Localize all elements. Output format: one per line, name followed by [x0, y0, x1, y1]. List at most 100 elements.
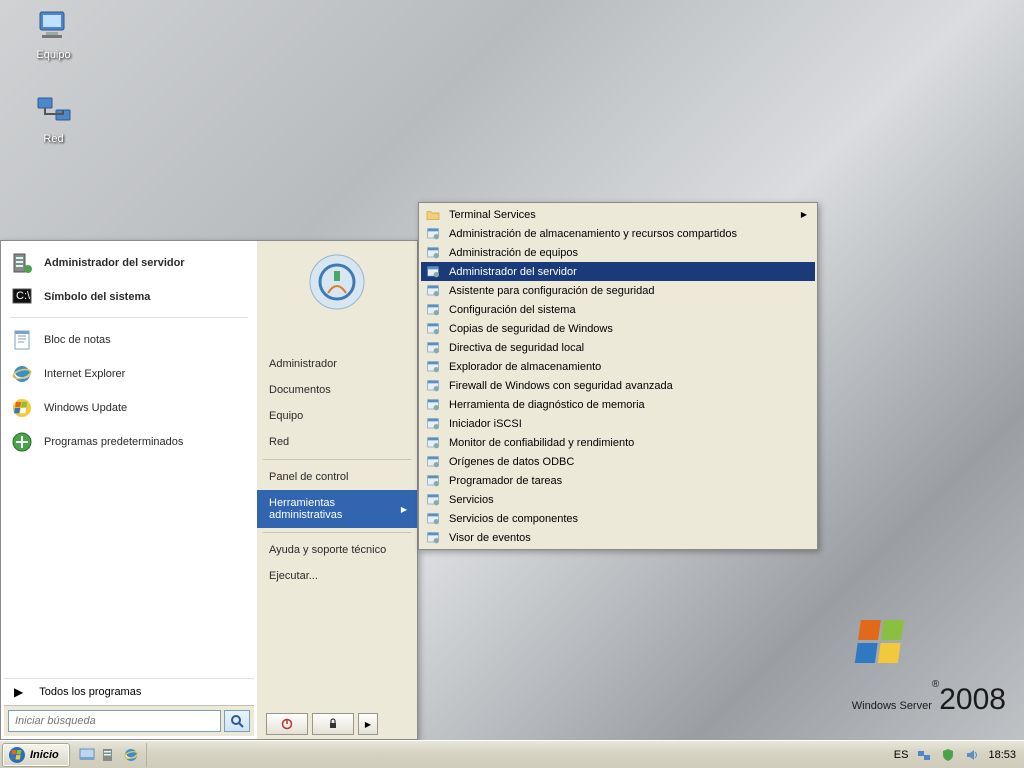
start-pinned-item[interactable]: Bloc de notas — [4, 324, 254, 356]
start-right-label: Red — [269, 436, 289, 448]
chevron-right-icon: ▶ — [801, 210, 807, 219]
lock-button[interactable] — [312, 713, 354, 735]
start-right-item[interactable]: Panel de control — [257, 464, 417, 490]
quick-launch-show-desktop[interactable] — [78, 746, 96, 764]
start-pinned-label: Programas predeterminados — [44, 436, 183, 448]
start-pinned-label: Administrador del servidor — [44, 257, 185, 269]
memory-diag-icon — [425, 397, 441, 413]
admin-tools-submenu: Terminal Services ▶ Administración de alma… — [418, 202, 818, 550]
start-right-item[interactable]: Equipo — [257, 403, 417, 429]
start-pinned-item[interactable]: C:\Símbolo del sistema — [4, 281, 254, 313]
language-indicator[interactable]: ES — [894, 749, 909, 761]
start-right-item[interactable]: Herramientas administrativas▶ — [257, 490, 417, 528]
desktop-icon-network[interactable]: Red — [16, 90, 91, 145]
tray-volume-icon[interactable] — [964, 747, 980, 763]
odbc-icon — [425, 454, 441, 470]
start-menu-right-pane: Administrador Documentos Equipo Red Panel de… — [257, 241, 417, 739]
tray-network-icon[interactable] — [916, 747, 932, 763]
power-icon — [281, 718, 293, 730]
user-picture-icon — [308, 253, 366, 311]
submenu-item[interactable]: Configuración del sistema — [421, 300, 815, 319]
submenu-item[interactable]: Programador de tareas — [421, 471, 815, 490]
submenu-item-label: Servicios de componentes — [449, 513, 578, 525]
submenu-item-label: Administración de equipos — [449, 247, 578, 259]
all-programs[interactable]: ▶ Todos los programas — [4, 678, 254, 705]
start-pinned-item[interactable]: Internet Explorer — [4, 358, 254, 390]
desktop-icon-computer[interactable]: Equipo — [16, 6, 91, 61]
notepad-icon — [10, 328, 34, 352]
start-menu-power-buttons: ▶ — [266, 713, 378, 735]
submenu-item-label: Administración de almacenamiento y recur… — [449, 228, 737, 240]
submenu-item[interactable]: Servicios — [421, 490, 815, 509]
submenu-item-label: Asistente para configuración de segurida… — [449, 285, 654, 297]
submenu-item[interactable]: Orígenes de datos ODBC — [421, 452, 815, 471]
start-right-item[interactable]: Administrador — [257, 351, 417, 377]
msconfig-icon — [425, 302, 441, 318]
backup-icon — [425, 321, 441, 337]
server-manager-icon — [100, 746, 118, 764]
chevron-right-icon: ▶ — [401, 505, 407, 514]
start-pinned-item[interactable]: Administrador del servidor — [4, 247, 254, 279]
shutdown-options-button[interactable]: ▶ — [358, 713, 378, 735]
submenu-item-label: Monitor de confiabilidad y rendimiento — [449, 437, 634, 449]
chevron-right-icon: ▶ — [14, 685, 23, 699]
start-pinned-item[interactable]: Windows Update — [4, 392, 254, 424]
submenu-item[interactable]: Explorador de almacenamiento — [421, 357, 815, 376]
submenu-item-label: Visor de eventos — [449, 532, 531, 544]
share-storage-icon — [425, 226, 441, 242]
submenu-item[interactable]: Directiva de seguridad local — [421, 338, 815, 357]
task-scheduler-icon — [425, 473, 441, 489]
start-search-input[interactable] — [8, 710, 221, 732]
taskbar-clock[interactable]: 18:53 — [988, 749, 1016, 761]
computer-mgmt-icon — [425, 245, 441, 261]
os-branding: Windows Server®2008 — [852, 612, 1006, 718]
start-right-item[interactable]: Red — [257, 429, 417, 455]
server-manager-icon — [10, 251, 34, 275]
submenu-item[interactable]: Herramienta de diagnóstico de memoria — [421, 395, 815, 414]
perfmon-icon — [425, 435, 441, 451]
quick-launch-server-manager[interactable] — [100, 746, 118, 764]
tray-security-icon[interactable] — [940, 747, 956, 763]
system-tray: ES 18:53 — [886, 741, 1024, 768]
submenu-item[interactable]: Administración de equipos — [421, 243, 815, 262]
submenu-item[interactable]: Asistente para configuración de segurida… — [421, 281, 815, 300]
taskbar: Inicio ES 18:53 — [0, 740, 1024, 768]
submenu-item-label: Iniciador iSCSI — [449, 418, 522, 430]
submenu-item[interactable]: Firewall de Windows con seguridad avanza… — [421, 376, 815, 395]
submenu-item-label: Orígenes de datos ODBC — [449, 456, 574, 468]
start-right-item[interactable]: Documentos — [257, 377, 417, 403]
start-pinned-label: Bloc de notas — [44, 334, 111, 346]
start-right-label: Documentos — [269, 384, 331, 396]
event-viewer-icon — [425, 530, 441, 546]
submenu-item[interactable]: Iniciador iSCSI — [421, 414, 815, 433]
lock-icon — [327, 718, 339, 730]
submenu-item[interactable]: Administración de almacenamiento y recur… — [421, 224, 815, 243]
submenu-item[interactable]: Terminal Services ▶ — [421, 205, 815, 224]
submenu-item-label: Herramienta de diagnóstico de memoria — [449, 399, 645, 411]
submenu-item-label: Firewall de Windows con seguridad avanza… — [449, 380, 673, 392]
desktop-icon-label: Red — [16, 133, 91, 145]
submenu-item-label: Terminal Services — [449, 209, 536, 221]
submenu-item[interactable]: Copias de seguridad de Windows — [421, 319, 815, 338]
start-pinned-item[interactable]: Programas predeterminados — [4, 426, 254, 458]
default-programs-icon — [10, 430, 34, 454]
start-search-button[interactable] — [224, 710, 250, 732]
start-button[interactable]: Inicio — [2, 743, 70, 767]
power-button[interactable] — [266, 713, 308, 735]
start-right-item[interactable]: Ejecutar... — [257, 563, 417, 589]
separator — [263, 532, 411, 533]
submenu-item-label: Administrador del servidor — [449, 266, 577, 278]
submenu-item[interactable]: Servicios de componentes — [421, 509, 815, 528]
start-right-label: Herramientas administrativas — [269, 497, 401, 521]
desktop-icon-label: Equipo — [16, 49, 91, 61]
start-right-item[interactable]: Ayuda y soporte técnico — [257, 537, 417, 563]
cmd-icon: C:\ — [10, 285, 34, 309]
windows-logo-icon — [852, 612, 912, 672]
submenu-item[interactable]: Visor de eventos — [421, 528, 815, 547]
quick-launch-ie[interactable] — [122, 746, 140, 764]
start-right-label: Ejecutar... — [269, 570, 318, 582]
ie-icon — [10, 362, 34, 386]
submenu-item[interactable]: Administrador del servidor — [421, 262, 815, 281]
submenu-item[interactable]: Monitor de confiabilidad y rendimiento — [421, 433, 815, 452]
submenu-item-label: Configuración del sistema — [449, 304, 576, 316]
